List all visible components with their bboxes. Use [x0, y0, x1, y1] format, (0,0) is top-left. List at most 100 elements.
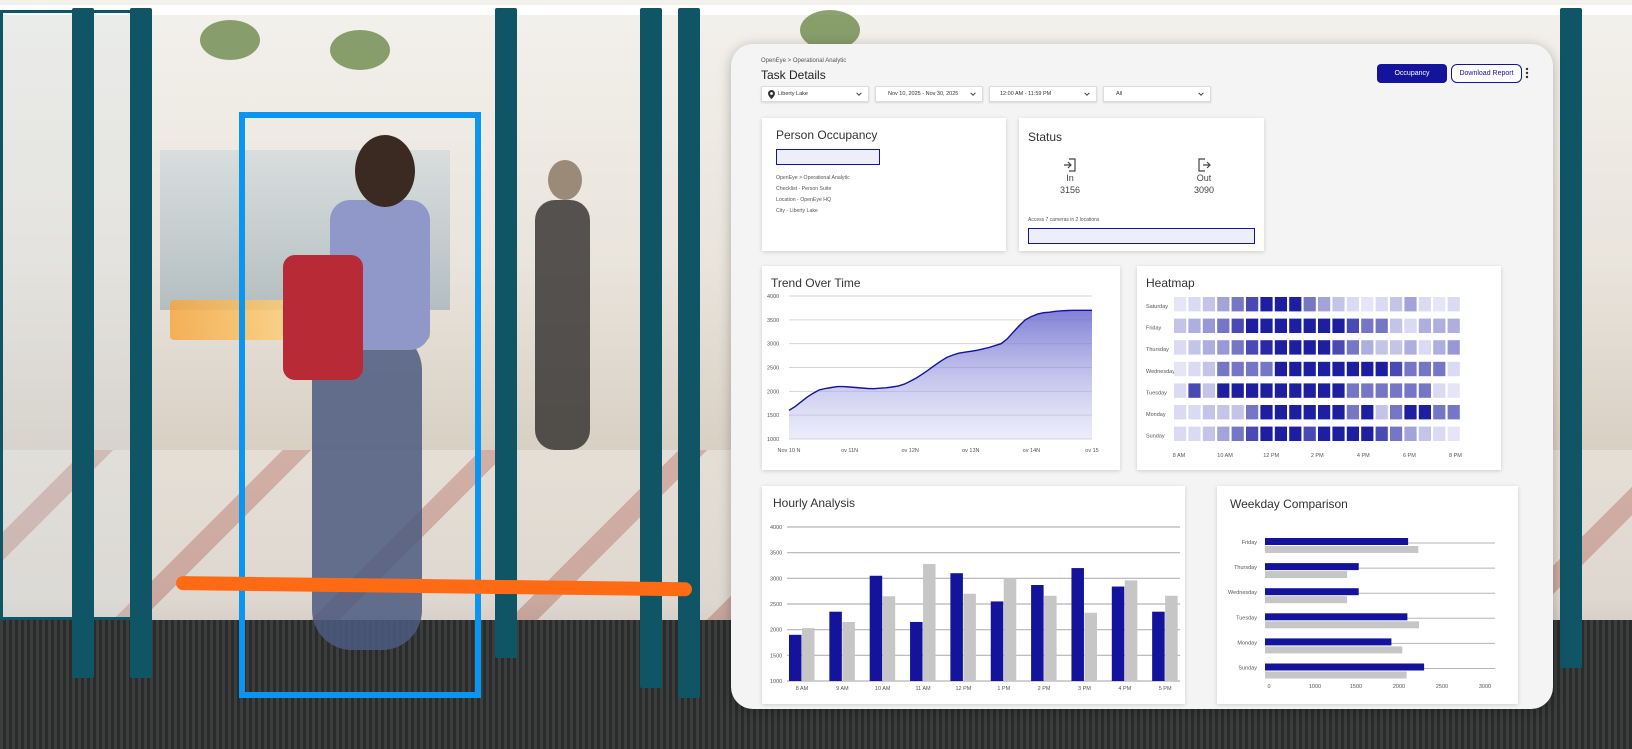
hanging-plant	[200, 20, 260, 60]
heatmap-cell	[1447, 405, 1460, 420]
occupancy-detail-line: Checklist - Person Suite	[776, 186, 832, 192]
occupancy-detail-line: City - Liberty Lake	[776, 208, 818, 214]
location-pin-icon	[768, 89, 775, 99]
hourly-bar	[1165, 595, 1178, 681]
x-tick-label: 2 PM	[1311, 453, 1324, 459]
heatmap-cell	[1289, 340, 1302, 355]
heatmap-cell	[1246, 318, 1259, 333]
heatmap-cell	[1447, 361, 1460, 377]
heatmap-cell	[1332, 318, 1345, 333]
heatmap-cell	[1346, 318, 1359, 333]
heatmap-cell	[1404, 426, 1417, 441]
heatmap-row-label: Tuesday	[1146, 390, 1167, 396]
heatmap-cell	[1361, 405, 1374, 420]
breadcrumb[interactable]: OpenEye > Operational Analytic	[761, 58, 846, 64]
heatmap-cell	[1390, 340, 1403, 355]
sign-out-icon	[1198, 158, 1211, 172]
heatmap-cell	[1303, 383, 1316, 398]
download-report-button[interactable]: Download Report	[1451, 64, 1522, 83]
heatmap-cell	[1174, 405, 1187, 420]
heatmap-cell	[1332, 340, 1345, 355]
status-note: Access 7 cameras in 2 locations	[1028, 217, 1100, 223]
weekday-label: Monday	[1237, 640, 1257, 646]
heatmap-cell	[1303, 318, 1316, 333]
y-tick-label: 2000	[770, 628, 782, 634]
heatmap-cell	[1217, 361, 1230, 377]
date-range-filter[interactable]: Nov 10, 2025 - Nov 30, 2025	[875, 86, 983, 102]
y-tick-label: 4000	[767, 294, 779, 300]
heatmap-row-label: Saturday	[1146, 304, 1168, 310]
heatmap-cell	[1202, 361, 1215, 377]
camera-filter[interactable]: All	[1103, 86, 1211, 102]
y-tick-label: 3500	[767, 318, 779, 324]
occupancy-button[interactable]: Occupancy	[1377, 64, 1447, 83]
trend-chart: 1000 1500 2000 2500 3000 3500 4000 Nov 10 N ov 1…	[767, 294, 1099, 454]
more-options-icon[interactable]	[1524, 66, 1530, 80]
heatmap-cell	[1447, 340, 1460, 355]
heatmap-cell	[1174, 297, 1187, 312]
heatmap-cell	[1231, 297, 1244, 312]
hourly-bar	[1084, 612, 1097, 681]
heatmap-cell	[1246, 361, 1259, 377]
heatmap-cell	[1289, 405, 1302, 420]
heatmap-cell	[1188, 297, 1201, 312]
x-tick-label: 2500	[1436, 684, 1448, 690]
heatmap-card: Heatmap Saturday Friday Thursday Wednesday T…	[1137, 266, 1501, 470]
x-tick-label: 2000	[1393, 684, 1405, 690]
heatmap-cell	[1375, 318, 1388, 333]
location-filter[interactable]: Liberty Lake	[761, 86, 869, 102]
heatmap-cell	[1174, 383, 1187, 398]
heatmap-cell	[1404, 405, 1417, 420]
heatmap-row-label: Sunday	[1146, 434, 1165, 440]
heatmap-cell	[1202, 426, 1215, 441]
chevron-down-icon	[856, 92, 862, 96]
chevron-down-icon	[1084, 92, 1090, 96]
occupancy-detail-line: Location - OpenEye HQ	[776, 197, 832, 203]
weekday-bar	[1265, 613, 1408, 621]
x-tick-label: 9 AM	[836, 686, 849, 692]
chevron-down-icon	[970, 92, 976, 96]
heatmap-cell	[1231, 426, 1244, 441]
heatmap-cell	[1188, 405, 1201, 420]
y-tick-label: 2000	[767, 389, 779, 395]
heatmap-cell	[1318, 383, 1331, 398]
hourly-bar	[950, 573, 963, 681]
y-tick-label: 2500	[770, 602, 782, 608]
heatmap-row-label: Wednesday	[1146, 369, 1175, 375]
x-tick-label: 0	[1267, 684, 1270, 690]
heatmap-cell	[1418, 297, 1431, 312]
heatmap-cell	[1174, 318, 1187, 333]
heatmap-cell	[1346, 297, 1359, 312]
time-range-filter[interactable]: 12:00 AM - 11:59 PM	[989, 86, 1097, 102]
heatmap-cell	[1375, 361, 1388, 377]
weekday-bar	[1265, 538, 1409, 545]
weekday-bar	[1265, 563, 1359, 571]
heatmap-cell	[1202, 383, 1215, 398]
weekday-bar	[1265, 546, 1419, 553]
hourly-bar	[923, 563, 936, 681]
heatmap-cell	[1318, 297, 1331, 312]
heatmap-cell	[1390, 297, 1403, 312]
time-range-value: 12:00 AM - 11:59 PM	[1000, 91, 1052, 97]
heatmap-cell	[1332, 426, 1345, 441]
x-tick-label: 2 PM	[1038, 686, 1051, 692]
sign-in-icon	[1064, 158, 1076, 172]
heatmap-cell	[1274, 340, 1287, 355]
heatmap-cell	[1361, 340, 1374, 355]
heatmap-cell	[1289, 297, 1302, 312]
heatmap-cell	[1361, 383, 1374, 398]
heatmap-cell	[1390, 361, 1403, 377]
heatmap-cell	[1346, 340, 1359, 355]
x-tick-label: 1 PM	[997, 686, 1010, 692]
heatmap-cell	[1375, 405, 1388, 420]
x-tick-label: 10 AM	[1217, 453, 1233, 459]
status-out-label: Out	[1196, 173, 1212, 183]
hourly-bar	[1031, 585, 1044, 681]
heatmap-cell	[1231, 340, 1244, 355]
heatmap-cell	[1447, 297, 1460, 312]
y-tick-label: 1000	[767, 437, 779, 443]
heatmap-cell	[1433, 426, 1446, 441]
heatmap-cell	[1390, 318, 1403, 333]
heatmap-cell	[1202, 318, 1215, 333]
x-tick-label: 12 PM	[955, 686, 971, 692]
